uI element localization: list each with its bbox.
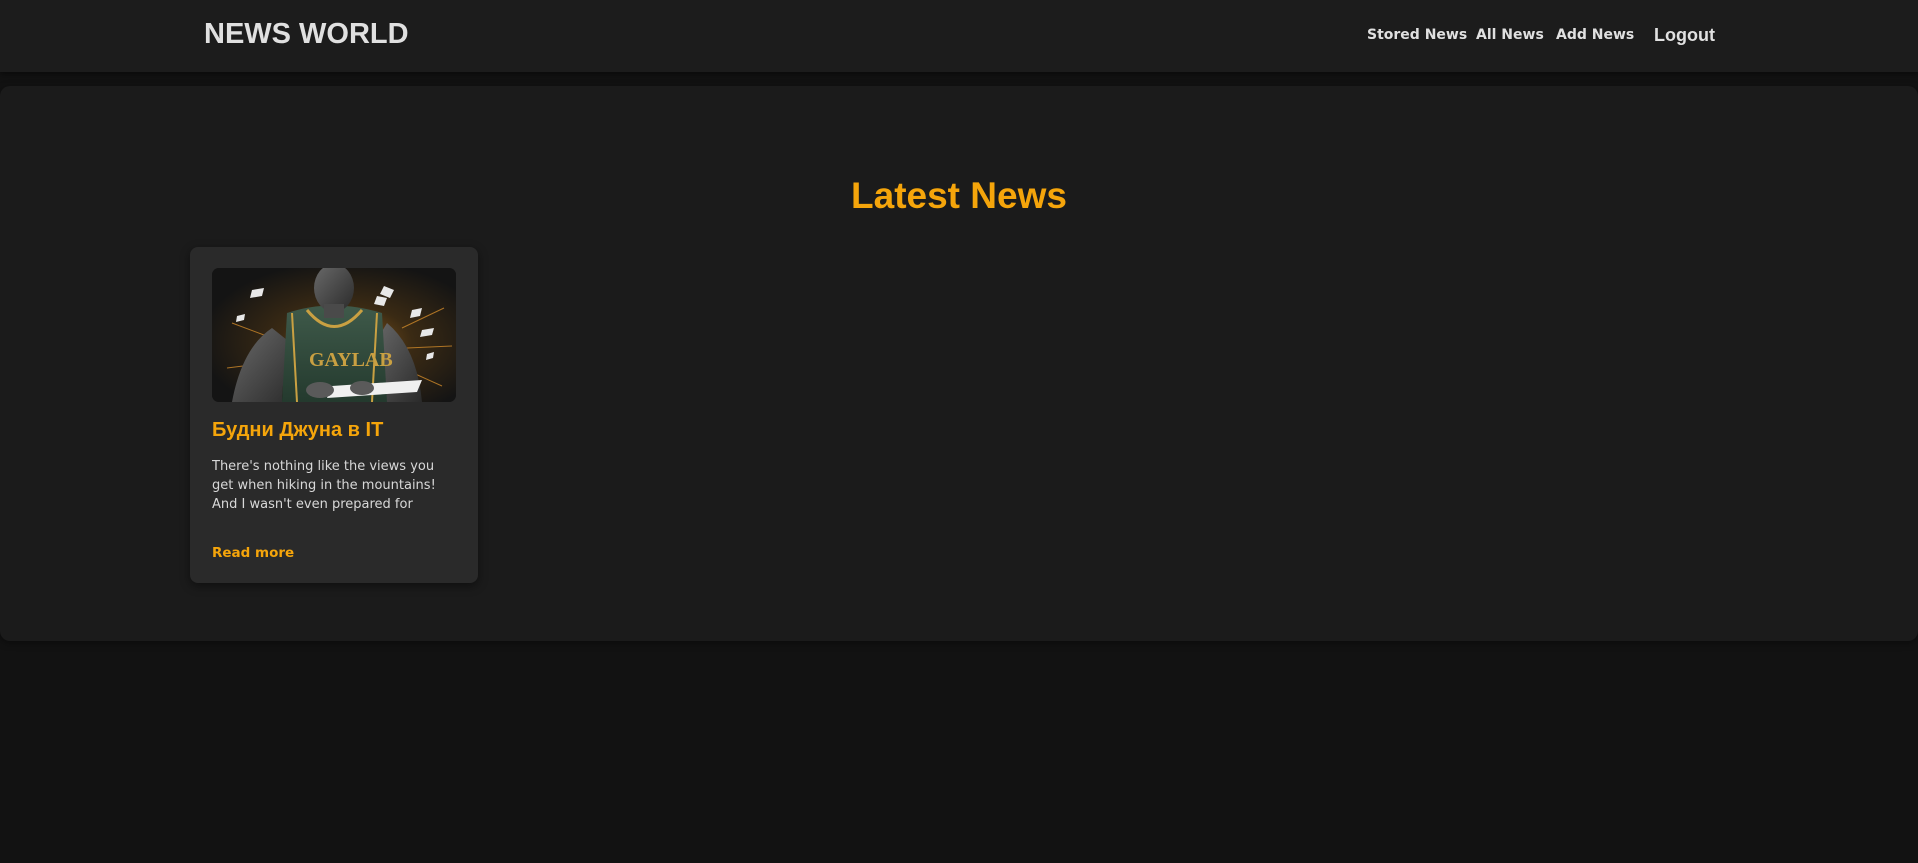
- basketball-player-illustration-icon: GAYLAB: [212, 268, 456, 402]
- logout-button[interactable]: Logout: [1654, 25, 1715, 46]
- nav-stored-news-link[interactable]: Stored News: [1367, 27, 1467, 43]
- read-more-link[interactable]: Read more: [212, 545, 294, 561]
- nav-all-news-link[interactable]: All News: [1476, 27, 1544, 43]
- nav-add-news-link[interactable]: Add News: [1556, 27, 1634, 43]
- section-title: Latest News: [851, 175, 1067, 216]
- navbar: NEWS WORLD Stored News All News Add News…: [0, 0, 1918, 72]
- news-card: GAYLAB Будни Джуна в IT There's nothing …: [190, 247, 478, 583]
- brand-logo[interactable]: NEWS WORLD: [204, 18, 409, 51]
- news-card-title[interactable]: Будни Джуна в IT: [212, 419, 462, 442]
- news-card-image[interactable]: GAYLAB: [212, 268, 456, 402]
- svg-text:GAYLAB: GAYLAB: [309, 349, 393, 371]
- news-card-excerpt: There's nothing like the views you get w…: [212, 459, 436, 512]
